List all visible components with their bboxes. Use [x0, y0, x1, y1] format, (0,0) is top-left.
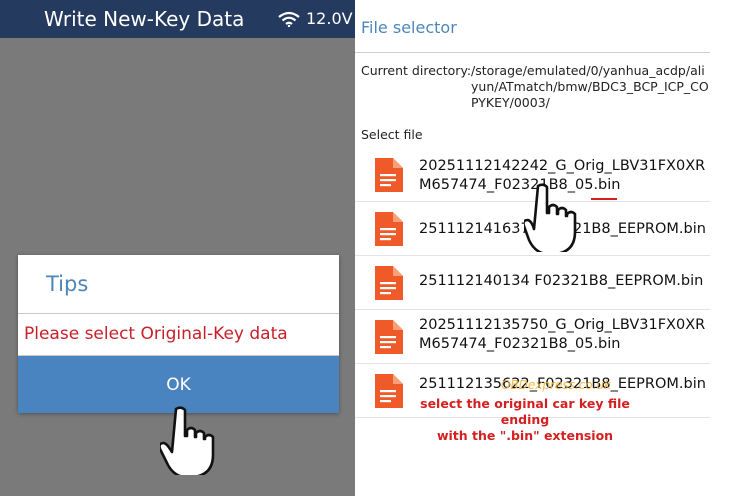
title-bar: Write New-Key Data 12.0V — [0, 0, 355, 38]
file-name: 251112140134 F02321B8_EEPROM.bin — [419, 273, 704, 289]
file-icon — [375, 374, 403, 408]
file-icon — [375, 266, 403, 300]
select-file-label: Select file — [361, 127, 423, 142]
instruction-annotation: select the original car key file ending … — [400, 396, 650, 444]
header-divider — [355, 52, 710, 53]
wifi-icon — [278, 11, 300, 27]
dialog-divider — [18, 313, 339, 314]
pointing-hand-icon — [524, 183, 577, 252]
file-item[interactable]: 20251112135750_G_Orig_LBV31FX0XRM657474_… — [355, 310, 710, 364]
annotation-line: with the ".bin" extension — [436, 428, 614, 443]
dialog-message: Please select Original-Key data — [24, 324, 288, 344]
page-title: Write New-Key Data — [44, 7, 245, 31]
file-item[interactable]: 251112140134 F02321B8_EEPROM.bin — [355, 256, 710, 310]
bin-extension-underline — [591, 198, 617, 200]
dialog-title: Tips — [46, 272, 89, 296]
tips-dialog: Tips Please select Original-Key data OK — [18, 255, 339, 413]
watermark: OBDexpress.co.uk — [501, 378, 611, 392]
current-directory-label: Current directory: — [361, 63, 472, 78]
file-selector-title: File selector — [361, 18, 457, 37]
file-icon — [375, 212, 403, 246]
file-icon — [375, 158, 403, 192]
file-name: 20251112135750_G_Orig_LBV31FX0XRM657474_… — [419, 317, 706, 352]
left-panel: Write New-Key Data 12.0V Tips Please sel… — [0, 0, 355, 496]
voltage-readout: 12.0V — [306, 9, 353, 28]
current-directory-path: /storage/emulated/0/yanhua_acdp/aliyun/A… — [471, 63, 709, 110]
file-icon — [375, 320, 403, 354]
pointing-hand-icon — [160, 406, 215, 475]
annotation-line: select the original car key file ending — [420, 396, 630, 427]
